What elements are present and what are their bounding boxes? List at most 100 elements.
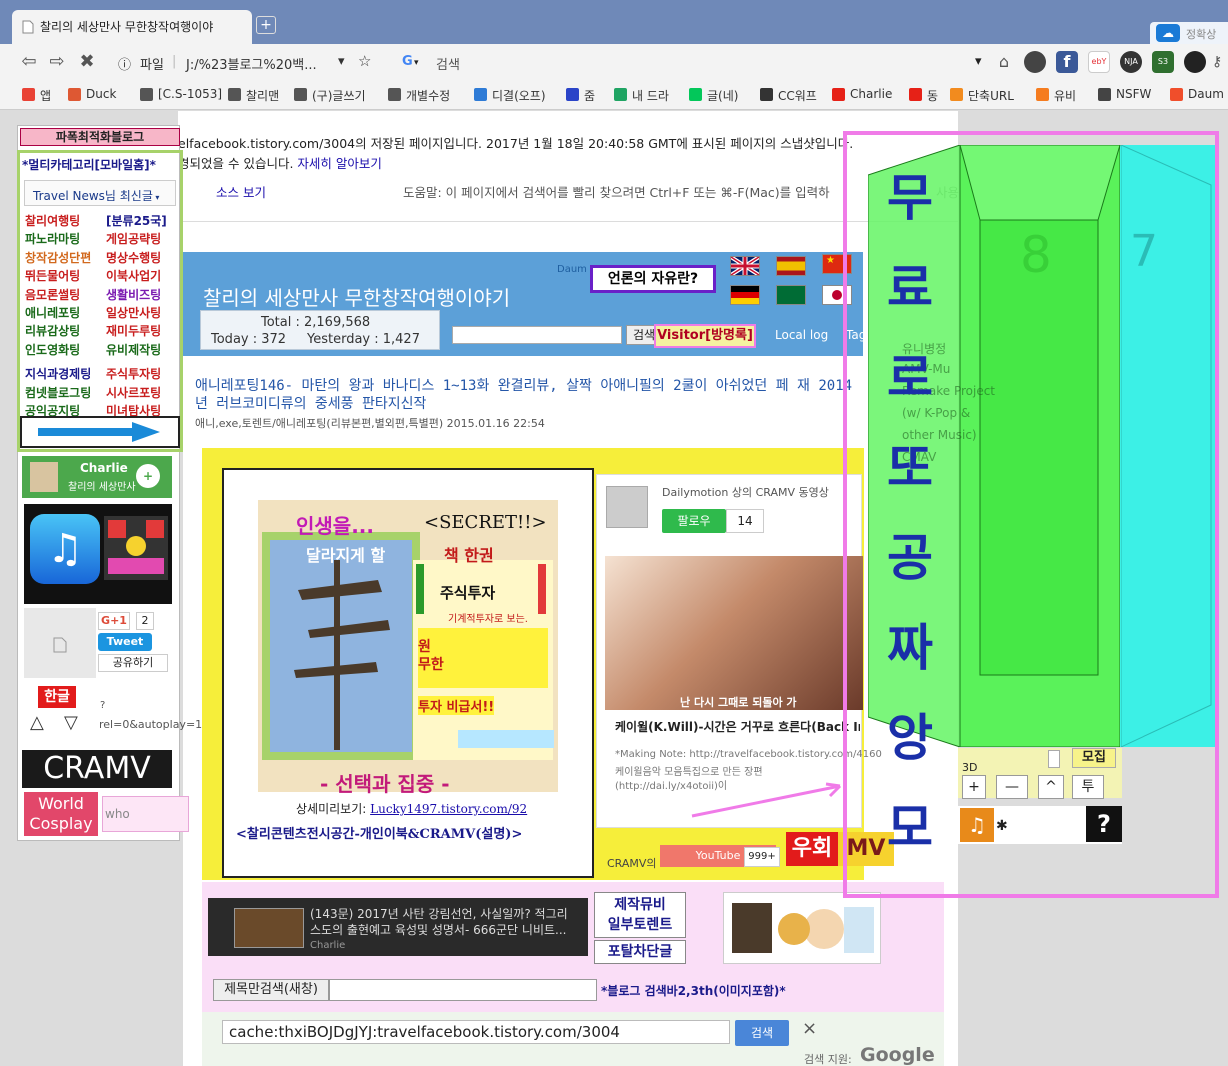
google-search-button[interactable]: 검색	[735, 1020, 789, 1046]
category-item[interactable]: [분류25국]	[106, 212, 167, 229]
title-search-input[interactable]	[329, 979, 597, 1001]
minus-button[interactable]: —	[996, 775, 1028, 799]
plus-button[interactable]: +	[962, 775, 986, 799]
nja-icon[interactable]: NJA	[1120, 51, 1142, 73]
cloud-icon[interactable]: ☁	[1156, 24, 1180, 42]
category-item[interactable]: 인도영화팅	[25, 341, 80, 358]
who-input[interactable]: who	[102, 796, 189, 832]
learn-more-link[interactable]: 자세히 알아보기	[297, 156, 381, 171]
bookmark-7[interactable]: 줌	[566, 87, 595, 103]
key-icon[interactable]: ⚷	[1212, 51, 1226, 73]
cramv-logo[interactable]: CRAMV	[22, 750, 172, 788]
category-item[interactable]: 창작감성단편	[25, 249, 91, 266]
spain-flag-icon[interactable]	[776, 256, 806, 276]
bookmark-12[interactable]: 동	[909, 87, 938, 103]
bookmark-8[interactable]: 내 드라	[614, 87, 669, 103]
bookmark-2[interactable]: [C.S-1053]	[140, 87, 222, 103]
caret-button[interactable]: ^	[1038, 775, 1064, 799]
blue-arrow-button[interactable]	[20, 416, 180, 448]
category-item[interactable]: 컴넷블로그팅	[25, 384, 91, 401]
bookmark-1[interactable]: Duck	[68, 87, 116, 103]
back-icon[interactable]: ⇦	[18, 52, 40, 72]
travel-news-dropdown[interactable]: Travel News님 최신글 ▾	[24, 180, 176, 206]
music-note-icon[interactable]: ♫	[960, 808, 994, 842]
close-icon[interactable]: ×	[802, 1018, 817, 1039]
category-item[interactable]: 뛰든물어팅	[25, 267, 80, 284]
bookmark-0[interactable]: 앱	[22, 87, 51, 103]
home-icon[interactable]: ⌂	[993, 51, 1015, 73]
star-icon[interactable]: ☆	[358, 52, 371, 70]
search-bar[interactable]: G ▾ 검색 ▾	[400, 49, 990, 75]
bookmark-13[interactable]: 단축URL	[950, 87, 1014, 103]
preview-link[interactable]: Lucky1497.tistory.com/92	[370, 802, 527, 816]
category-item[interactable]: 생활비즈팅	[106, 286, 161, 303]
bookmark-9[interactable]: 글(네)	[689, 87, 738, 103]
freedom-banner[interactable]: 언론의 자유란?	[590, 265, 716, 293]
zoom-slider[interactable]	[1048, 750, 1060, 768]
news-banner[interactable]	[723, 892, 881, 964]
tweet-button[interactable]: Tweet	[98, 633, 152, 651]
category-item[interactable]: 리뷰감상팅	[25, 322, 80, 339]
forward-icon[interactable]: ⇨	[46, 52, 68, 72]
music-widget[interactable]: ♫	[24, 504, 172, 604]
blog-title[interactable]: 찰리의 세상만사 무한창작여행이야기	[203, 282, 510, 311]
bookmark-15[interactable]: NSFW	[1098, 87, 1151, 103]
recruit-button[interactable]: 모집	[1072, 748, 1116, 768]
category-item[interactable]: 일상만사팅	[106, 304, 161, 321]
bookmark-10[interactable]: CC워프	[760, 87, 817, 103]
category-item[interactable]: 재미두루팅	[106, 322, 161, 339]
tu-button[interactable]: 투	[1072, 775, 1104, 799]
channel-avatar[interactable]	[606, 486, 648, 528]
category-item[interactable]: 주식투자팅	[106, 365, 161, 382]
follow-button[interactable]: 팔로우	[662, 509, 726, 533]
multi-category-title[interactable]: *멀티카테고리[모바일홈]*	[22, 156, 156, 173]
germany-flag-icon[interactable]	[730, 285, 760, 305]
uk-flag-icon[interactable]	[729, 255, 761, 277]
bookmark-16[interactable]: Daum	[1170, 87, 1224, 103]
share-button[interactable]: 공유하기	[98, 654, 168, 672]
stop-icon[interactable]: ✖	[76, 52, 98, 72]
bookmark-5[interactable]: 개별수정	[388, 87, 450, 103]
saudi-flag-icon[interactable]	[776, 285, 806, 305]
portal-block-button[interactable]: 포탈차단글	[594, 940, 686, 964]
made-mv-button[interactable]: 제작뮤비 일부토렌트	[594, 892, 686, 938]
ebook-caption[interactable]: <찰리콘텐츠전시공간-개인이북&CRAMV(설명)>	[236, 823, 522, 842]
bookmark-11[interactable]: Charlie	[832, 87, 892, 103]
category-item[interactable]: 이북사업기	[106, 267, 161, 284]
google-cache-input[interactable]: cache:thxiBOJDgJYJ:travelfacebook.tistor…	[222, 1020, 730, 1044]
post-title[interactable]: 애니레포팅146- 마탄의 왕과 바나디스 1~13화 완결리뷰, 살짝 아애니…	[195, 377, 855, 413]
browser-tab[interactable]: 찰리의 세상만사 무한창작여행이야	[12, 10, 252, 44]
mask-icon[interactable]	[1184, 51, 1206, 73]
search-dropdown-icon[interactable]: ▾	[975, 54, 982, 69]
ebook-cover[interactable]: 인생을... 달라지게 할 <SECRET!!> 책 한권 주식투자 기계적투자…	[258, 500, 558, 792]
hangul-button[interactable]: 한글	[38, 686, 76, 708]
category-item[interactable]: 파노라마팅	[25, 230, 80, 247]
add-friend-icon[interactable]: +	[136, 464, 160, 488]
bookmark-4[interactable]: (구)글쓰기	[294, 87, 366, 103]
category-item[interactable]: 게임공략팅	[106, 230, 161, 247]
view-source-link[interactable]: 소스 보기	[216, 182, 266, 201]
category-item[interactable]: 명상수행팅	[106, 249, 161, 266]
bookmark-6[interactable]: 디결(오프)	[474, 87, 546, 103]
category-item[interactable]: 유비제작팅	[106, 341, 161, 358]
profile-card[interactable]: Charlie 찰리의 세상만사 +	[22, 456, 172, 498]
hand-icon[interactable]	[1024, 51, 1046, 73]
dropdown-icon[interactable]: ▾	[338, 54, 345, 69]
video-title[interactable]: 케이윌(K.Will)-시간은 거꾸로 흐른다(Back In	[615, 718, 860, 735]
world-cosplay-button[interactable]: World Cosplay	[24, 792, 98, 836]
ebay-icon[interactable]: ebY	[1088, 51, 1110, 73]
s3-icon[interactable]: S3	[1152, 51, 1174, 73]
omnibox[interactable]: ⓘ 파일 | J:/%23블로그%20백... ▾ ☆	[110, 49, 380, 75]
category-item[interactable]: 찰리여행팅	[25, 212, 80, 229]
optimized-banner[interactable]: 파폭최적화블로그	[20, 128, 180, 146]
help-button[interactable]: ?	[1086, 806, 1122, 842]
blog-search-input[interactable]	[452, 326, 622, 344]
new-tab-button[interactable]: +	[256, 16, 276, 34]
facebook-icon[interactable]: f	[1056, 51, 1078, 73]
category-item[interactable]: 지식과경제팅	[25, 365, 91, 382]
local-log-link[interactable]: Local log	[775, 328, 828, 342]
category-item[interactable]: 시사르포팅	[106, 384, 161, 401]
guestbook-button[interactable]: Visitor[방명록]	[654, 324, 756, 348]
title-search-button[interactable]: 제목만검색(새창)	[213, 979, 329, 1001]
down-triangle-icon[interactable]: ▽	[64, 712, 78, 733]
